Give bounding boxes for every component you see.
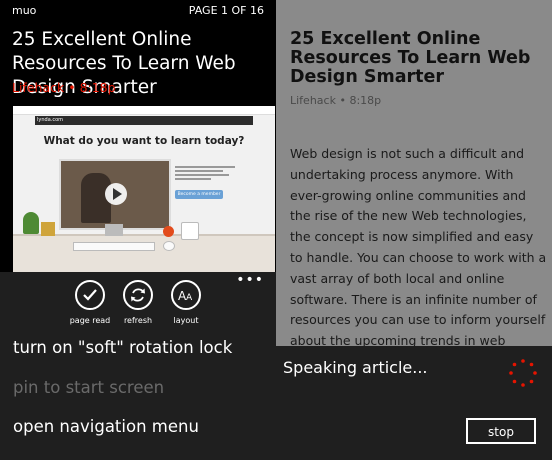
hero-site-logo: lynda.com xyxy=(37,117,64,123)
right-phone-screen: 25 Excellent Online Resources To Learn W… xyxy=(276,0,552,460)
menu-pin-to-start[interactable]: pin to start screen xyxy=(13,378,164,397)
meta-separator: • xyxy=(64,80,80,95)
hero-plant xyxy=(23,212,39,234)
hero-books xyxy=(41,222,55,236)
hero-navbar xyxy=(35,116,253,125)
article-time: 8:18p xyxy=(79,80,116,95)
meta-separator: • xyxy=(335,94,350,107)
font-layout-icon: A A xyxy=(171,280,201,310)
article-hero-image[interactable]: lynda.com What do you want to learn toda… xyxy=(13,106,275,272)
article-body: Web design is not such a difficult and u… xyxy=(290,146,547,369)
hero-headline: What do you want to learn today? xyxy=(43,135,245,147)
article-source: Lifehack xyxy=(12,80,65,95)
hero-topbar xyxy=(13,106,275,115)
article-source: Lifehack xyxy=(290,94,336,107)
svg-text:A: A xyxy=(186,293,193,303)
hero-keyboard xyxy=(73,242,155,251)
menu-rotation-lock[interactable]: turn on "soft" rotation lock xyxy=(13,338,232,357)
check-icon xyxy=(75,280,105,310)
loading-spinner-icon xyxy=(509,359,537,387)
app-bar: ••• page read refresh A A layout turn on… xyxy=(0,272,276,460)
article-time: 8:18p xyxy=(349,94,382,107)
speaking-status: Speaking article... xyxy=(283,358,428,377)
hero-video-thumbnail xyxy=(59,159,171,230)
refresh-icon xyxy=(123,280,153,310)
article-title: 25 Excellent Online Resources To Learn W… xyxy=(290,29,531,87)
hero-mouse xyxy=(163,241,175,251)
speech-panel: Speaking article... stop xyxy=(276,346,552,460)
layout-label: layout xyxy=(173,316,199,325)
status-app-name: muo xyxy=(12,4,37,17)
hero-apple xyxy=(163,226,174,237)
article-meta: Lifehack • 8:18p xyxy=(12,80,116,95)
left-phone-screen: muo PAGE 1 OF 16 25 Excellent Online Res… xyxy=(0,0,276,460)
hero-side-text xyxy=(175,166,235,184)
hero-mug xyxy=(181,222,199,240)
page-indicator: PAGE 1 OF 16 xyxy=(188,4,264,17)
dimmed-article-page: 25 Excellent Online Resources To Learn W… xyxy=(276,0,552,369)
article-meta: Lifehack • 8:18p xyxy=(290,94,381,107)
menu-open-navigation[interactable]: open navigation menu xyxy=(13,417,199,436)
more-ellipsis-icon[interactable]: ••• xyxy=(236,272,264,288)
hero-monitor-stand xyxy=(105,224,123,236)
hero-desk xyxy=(13,234,275,272)
play-icon xyxy=(105,183,127,205)
layout-button[interactable]: A A layout xyxy=(156,280,216,325)
hero-cta-button: Become a member xyxy=(175,190,223,199)
stop-button[interactable]: stop xyxy=(466,418,536,444)
